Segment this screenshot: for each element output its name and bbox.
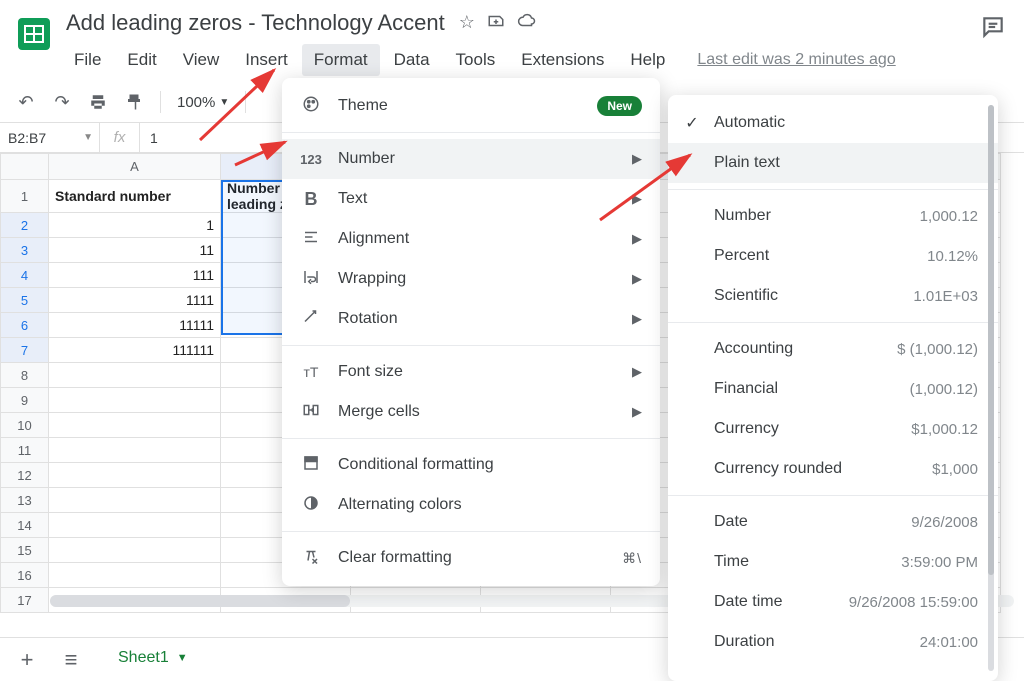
menu-file[interactable]: File xyxy=(62,44,113,76)
format-duration[interactable]: Duration 24:01:00 xyxy=(668,622,998,662)
align-icon xyxy=(300,228,322,251)
sheet-tab[interactable]: Sheet1▼ xyxy=(98,641,208,678)
select-all-corner[interactable] xyxy=(1,154,49,180)
cell[interactable]: 111 xyxy=(49,263,221,288)
wrap-icon xyxy=(300,268,322,291)
row-header[interactable]: 12 xyxy=(1,463,49,488)
format-percent[interactable]: Percent 10.12% xyxy=(668,236,998,276)
alternating-icon xyxy=(300,494,322,517)
format-number[interactable]: Number 1,000.12 xyxy=(668,196,998,236)
row-header[interactable]: 10 xyxy=(1,413,49,438)
row-header[interactable]: 13 xyxy=(1,488,49,513)
menu-number[interactable]: 123 Number ▶ xyxy=(282,139,660,179)
format-datetime[interactable]: Date time 9/26/2008 15:59:00 xyxy=(668,582,998,622)
menu-tools[interactable]: Tools xyxy=(444,44,508,76)
format-accounting[interactable]: Accounting $ (1,000.12) xyxy=(668,329,998,369)
undo-button[interactable]: ↶ xyxy=(12,88,40,116)
sheets-logo[interactable] xyxy=(12,12,56,56)
row-header[interactable]: 11 xyxy=(1,438,49,463)
fx-icon: fx xyxy=(100,123,140,152)
bold-icon: B xyxy=(300,189,322,210)
fontsize-icon: ᴛT xyxy=(300,364,322,380)
row-header[interactable]: 1 xyxy=(1,180,49,213)
menu-help[interactable]: Help xyxy=(618,44,677,76)
row-header[interactable]: 6 xyxy=(1,313,49,338)
conditional-icon xyxy=(300,454,322,477)
number-icon: 123 xyxy=(300,152,322,167)
redo-button[interactable]: ↷ xyxy=(48,88,76,116)
row-header[interactable]: 14 xyxy=(1,513,49,538)
submenu-scrollbar[interactable] xyxy=(988,105,994,671)
row-header[interactable]: 9 xyxy=(1,388,49,413)
menu-alternating-colors[interactable]: Alternating colors xyxy=(282,485,660,525)
menu-insert[interactable]: Insert xyxy=(233,44,300,76)
menu-text[interactable]: B Text ▶ xyxy=(282,179,660,219)
cell[interactable]: 1111 xyxy=(49,288,221,313)
print-button[interactable] xyxy=(84,88,112,116)
menu-conditional-formatting[interactable]: Conditional formatting xyxy=(282,445,660,485)
col-header-a[interactable]: A xyxy=(49,154,221,180)
number-format-submenu: ✓ Automatic Plain text Number 1,000.12 P… xyxy=(668,95,998,681)
new-badge: New xyxy=(597,96,642,116)
format-financial[interactable]: Financial (1,000.12) xyxy=(668,369,998,409)
last-edit-link[interactable]: Last edit was 2 minutes ago xyxy=(697,51,895,69)
row-header[interactable]: 16 xyxy=(1,563,49,588)
move-icon[interactable] xyxy=(487,12,505,35)
all-sheets-button[interactable]: ≡ xyxy=(54,643,88,677)
comments-icon[interactable] xyxy=(980,14,1006,45)
menu-clear-formatting[interactable]: Clear formatting ⌘\ xyxy=(282,538,660,578)
row-header[interactable]: 4 xyxy=(1,263,49,288)
format-currency-rounded[interactable]: Currency rounded $1,000 xyxy=(668,449,998,489)
cell[interactable]: 1 xyxy=(49,213,221,238)
theme-icon xyxy=(300,95,322,118)
format-scientific[interactable]: Scientific 1.01E+03 xyxy=(668,276,998,316)
format-menu: Theme New 123 Number ▶ B Text ▶ Alignmen… xyxy=(282,78,660,586)
menu-alignment[interactable]: Alignment ▶ xyxy=(282,219,660,259)
menu-rotation[interactable]: Rotation ▶ xyxy=(282,299,660,339)
menu-format[interactable]: Format xyxy=(302,44,380,76)
format-currency[interactable]: Currency $1,000.12 xyxy=(668,409,998,449)
row-header[interactable]: 17 xyxy=(1,588,49,613)
menu-merge-cells[interactable]: Merge cells ▶ xyxy=(282,392,660,432)
menu-extensions[interactable]: Extensions xyxy=(509,44,616,76)
cloud-icon[interactable] xyxy=(517,12,537,35)
format-date[interactable]: Date 9/26/2008 xyxy=(668,502,998,542)
menu-edit[interactable]: Edit xyxy=(115,44,168,76)
sheet-dropdown-icon[interactable]: ▼ xyxy=(177,652,188,664)
clear-format-icon xyxy=(300,547,322,570)
cell[interactable]: 11111 xyxy=(49,313,221,338)
zoom-dropdown[interactable]: 100%▼ xyxy=(173,94,233,111)
document-title[interactable]: Add leading zeros - Technology Accent xyxy=(62,8,449,38)
star-icon[interactable]: ☆ xyxy=(459,12,475,35)
row-header[interactable]: 2 xyxy=(1,213,49,238)
row-header[interactable]: 8 xyxy=(1,363,49,388)
menubar: File Edit View Insert Format Data Tools … xyxy=(62,44,1012,76)
format-plain-text[interactable]: Plain text xyxy=(668,143,998,183)
formula-bar[interactable]: 1 xyxy=(140,130,158,146)
add-sheet-button[interactable]: + xyxy=(10,643,44,677)
rotation-icon xyxy=(300,308,322,331)
format-time[interactable]: Time 3:59:00 PM xyxy=(668,542,998,582)
format-automatic[interactable]: ✓ Automatic xyxy=(668,103,998,143)
menu-theme[interactable]: Theme New xyxy=(282,86,660,126)
cell[interactable]: 111111 xyxy=(49,338,221,363)
cell[interactable]: Standard number xyxy=(49,180,221,213)
cell[interactable]: 11 xyxy=(49,238,221,263)
paint-format-button[interactable] xyxy=(120,88,148,116)
submenu-arrow-icon: ▶ xyxy=(632,151,642,167)
name-box[interactable]: B2:B7▼ xyxy=(0,123,100,152)
merge-icon xyxy=(300,401,322,424)
checkmark-icon: ✓ xyxy=(682,113,702,133)
row-header[interactable]: 7 xyxy=(1,338,49,363)
row-header[interactable]: 3 xyxy=(1,238,49,263)
row-header[interactable]: 5 xyxy=(1,288,49,313)
menu-font-size[interactable]: ᴛT Font size ▶ xyxy=(282,352,660,392)
menu-data[interactable]: Data xyxy=(382,44,442,76)
menu-view[interactable]: View xyxy=(171,44,232,76)
menu-wrapping[interactable]: Wrapping ▶ xyxy=(282,259,660,299)
shortcut-label: ⌘\ xyxy=(622,550,642,567)
row-header[interactable]: 15 xyxy=(1,538,49,563)
